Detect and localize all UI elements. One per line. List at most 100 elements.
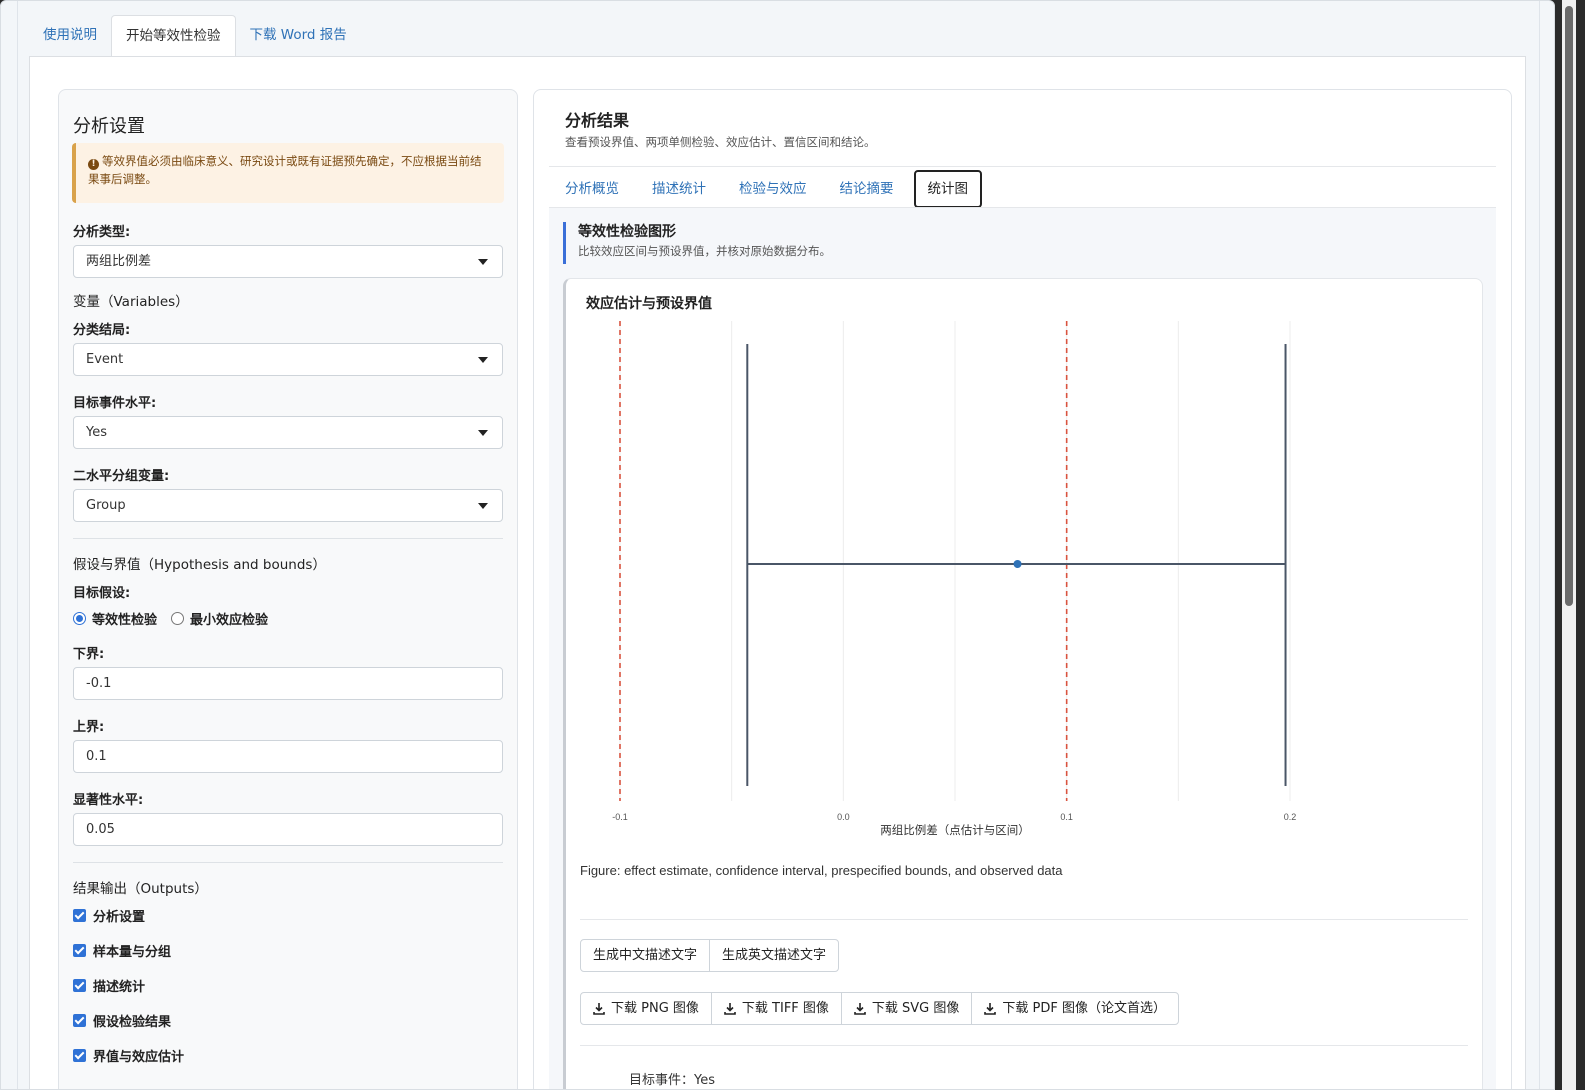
checkbox-label: 样本量与分组 <box>93 945 172 960</box>
variables-heading: 变量（Variables） <box>73 294 189 310</box>
subtab-plots[interactable]: 统计图 <box>913 170 982 208</box>
figure-caption: Figure: effect estimate, confidence inte… <box>580 863 1063 878</box>
info-icon: ! <box>88 159 99 170</box>
button-label: 下载 TIFF 图像 <box>741 1001 829 1016</box>
hypothesis-heading: 假设与界值（Hypothesis and bounds） <box>73 557 326 573</box>
download-svg-button[interactable]: 下载 SVG 图像 <box>840 992 973 1025</box>
group-value: Group <box>86 498 126 513</box>
x-tick-label: 0.2 <box>1284 812 1297 822</box>
output-checkbox-sample[interactable]: 样本量与分组 <box>73 941 171 960</box>
checkbox-label: 假设检验结果 <box>93 1015 172 1030</box>
radio-equivalence[interactable] <box>73 612 86 625</box>
outputs-heading: 结果输出（Outputs） <box>73 881 208 897</box>
generate-chinese-text-button[interactable]: 生成中文描述文字 <box>580 939 711 972</box>
plot-section-title: 等效性检验图形 <box>578 224 676 240</box>
checkbox-checked-icon <box>73 979 86 992</box>
event-level-select[interactable]: Yes <box>73 416 503 449</box>
analysis-type-value: 两组比例差 <box>86 254 152 269</box>
outcome-label: 分类结局: <box>73 323 131 338</box>
divider <box>580 919 1468 920</box>
checkbox-label: 描述统计 <box>93 980 146 995</box>
results-subtabs: 分析概览 描述统计 检验与效应 结论摘要 统计图 <box>565 170 982 208</box>
output-checkbox-settings[interactable]: 分析设置 <box>73 906 145 925</box>
point-estimate <box>1013 560 1022 568</box>
chevron-down-icon <box>478 503 488 509</box>
text-button-group: 生成中文描述文字 生成英文描述文字 <box>580 939 840 972</box>
group-label: 二水平分组变量: <box>73 469 170 484</box>
divider <box>549 166 1496 167</box>
x-tick-label: -0.1 <box>612 812 628 822</box>
button-label: 下载 PDF 图像（论文首选） <box>1002 1001 1166 1016</box>
subtab-overview[interactable]: 分析概览 <box>565 172 619 206</box>
radio-minimal-effect[interactable] <box>171 612 185 625</box>
alpha-input[interactable]: 0.05 <box>73 813 503 846</box>
checkbox-checked-icon <box>73 909 86 922</box>
target-hypothesis-label: 目标假设: <box>73 586 131 601</box>
download-pdf-button[interactable]: 下载 PDF 图像（论文首选） <box>971 992 1179 1025</box>
settings-panel: 分析设置 ! 等效界值必须由临床意义、研究设计或既有证据预先确定，不应根据当前结果… <box>58 89 518 1089</box>
divider <box>580 1045 1468 1046</box>
alert-text: 等效界值必须由临床意义、研究设计或既有证据预先确定，不应根据当前结果事后调整。 <box>88 154 482 186</box>
download-icon <box>984 1002 997 1015</box>
scrollbar-thumb[interactable] <box>1565 6 1573 606</box>
download-icon <box>593 1002 605 1015</box>
target-event-text: 目标事件：Yes <box>629 1073 715 1088</box>
output-checkbox-descriptive[interactable]: 描述统计 <box>73 976 145 995</box>
output-checkbox-bounds[interactable]: 界值与效应估计 <box>73 1046 184 1065</box>
plot-section: 等效性检验图形 比较效应区间与预设界值，并核对原始数据分布。 效应估计与预设界值… <box>549 208 1496 1089</box>
plot-section-header: 等效性检验图形 比较效应区间与预设界值，并核对原始数据分布。 <box>563 222 831 264</box>
download-icon <box>854 1002 866 1015</box>
divider <box>73 538 503 539</box>
radio-minimal-effect-label: 最小效应检验 <box>190 613 269 628</box>
chevron-down-icon <box>478 357 488 363</box>
subtab-tests[interactable]: 检验与效应 <box>739 172 807 206</box>
download-png-button[interactable]: 下载 PNG 图像 <box>580 992 712 1025</box>
checkbox-label: 分析设置 <box>93 910 146 925</box>
equivalence-chart: -0.1 0.0 0.1 0.2 两组比例差（点估计与区间） <box>612 321 1297 837</box>
output-checkbox-test[interactable]: 假设检验结果 <box>73 1011 171 1030</box>
plot-card: 效应估计与预设界值 -0.1 0.0 0.1 0.2 两组比例差（点估计与区间） Fig… <box>563 278 1483 1089</box>
main-tabs: 使用说明 开始等效性检验 下载 Word 报告 <box>29 15 361 57</box>
outcome-select[interactable]: Event <box>73 343 503 376</box>
button-label: 下载 SVG 图像 <box>871 1001 960 1016</box>
checkbox-checked-icon <box>73 1049 86 1062</box>
plot-section-subtitle: 比较效应区间与预设界值，并核对原始数据分布。 <box>578 244 831 258</box>
page-scrollbar[interactable] <box>1555 0 1585 1090</box>
tab-start-test[interactable]: 开始等效性检验 <box>111 15 236 57</box>
x-axis-label: 两组比例差（点估计与区间） <box>880 823 1030 837</box>
chevron-down-icon <box>478 430 488 436</box>
generate-english-text-button[interactable]: 生成英文描述文字 <box>709 939 840 972</box>
upper-bound-label: 上界: <box>73 720 105 735</box>
outcome-value: Event <box>86 352 124 367</box>
subtab-descriptive[interactable]: 描述统计 <box>652 172 706 206</box>
group-select[interactable]: Group <box>73 489 503 522</box>
analysis-type-label: 分析类型: <box>73 225 131 240</box>
tab-instructions[interactable]: 使用说明 <box>29 15 111 57</box>
download-icon <box>724 1002 736 1015</box>
alpha-label: 显著性水平: <box>73 793 144 808</box>
subtab-conclusion[interactable]: 结论摘要 <box>840 172 894 206</box>
button-label: 下载 PNG 图像 <box>611 1001 699 1016</box>
chart-title: 效应估计与预设界值 <box>586 296 712 312</box>
hypothesis-radio-group: 等效性检验 最小效应检验 <box>73 609 268 628</box>
event-level-value: Yes <box>86 425 107 440</box>
download-tiff-button[interactable]: 下载 TIFF 图像 <box>710 992 842 1025</box>
results-subtitle: 查看预设界值、两项单侧检验、效应估计、置信区间和结论。 <box>565 135 876 149</box>
radio-equivalence-label: 等效性检验 <box>92 613 158 628</box>
chevron-down-icon <box>478 259 488 265</box>
analysis-type-select[interactable]: 两组比例差 <box>73 245 503 278</box>
download-button-group: 下载 PNG 图像 下载 TIFF 图像 下载 SVG 图像 下载 PDF 图像… <box>580 992 1179 1025</box>
lower-bound-input[interactable]: -0.1 <box>73 667 503 700</box>
checkbox-label: 界值与效应估计 <box>93 1050 185 1065</box>
checkbox-checked-icon <box>73 944 86 957</box>
divider <box>73 862 503 863</box>
lower-bound-label: 下界: <box>73 647 105 662</box>
x-tick-label: 0.1 <box>1060 812 1073 822</box>
browser-page: 使用说明 开始等效性检验 下载 Word 报告 分析设置 ! 等效界值必须由临床意… <box>0 0 1555 1090</box>
bounds-alert: ! 等效界值必须由临床意义、研究设计或既有证据预先确定，不应根据当前结果事后调整。 <box>72 143 504 203</box>
upper-bound-input[interactable]: 0.1 <box>73 740 503 773</box>
tab-download-word[interactable]: 下载 Word 报告 <box>236 15 361 57</box>
results-panel: 分析结果 查看预设界值、两项单侧检验、效应估计、置信区间和结论。 分析概览 描述… <box>533 89 1512 1089</box>
settings-title: 分析设置 <box>73 116 145 137</box>
x-tick-label: 0.0 <box>837 812 850 822</box>
